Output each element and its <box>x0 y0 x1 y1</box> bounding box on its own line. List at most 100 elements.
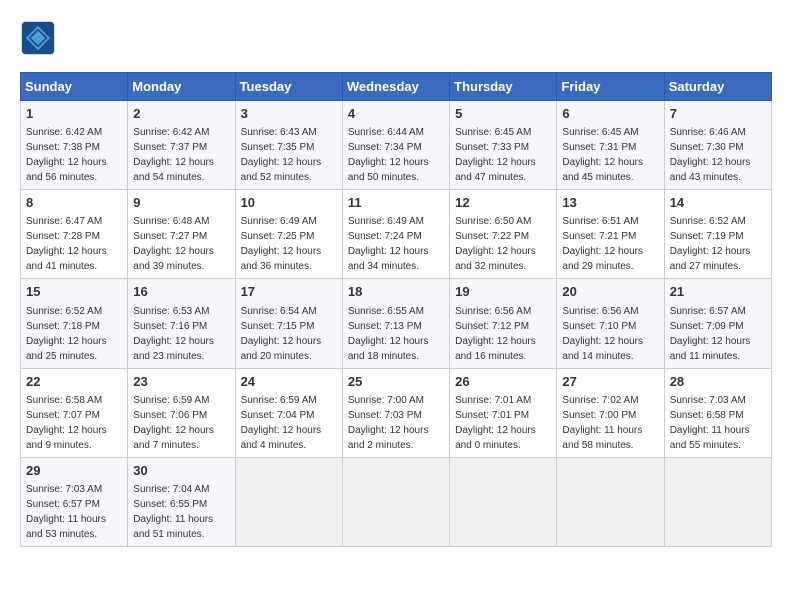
calendar-cell <box>664 457 771 546</box>
day-info: Sunrise: 6:59 AM Sunset: 7:04 PM Dayligh… <box>241 393 337 453</box>
calendar-cell: 22 Sunrise: 6:58 AM Sunset: 7:07 PM Dayl… <box>21 368 128 457</box>
col-thursday: Thursday <box>450 73 557 101</box>
calendar-cell <box>450 457 557 546</box>
calendar-cell: 12 Sunrise: 6:50 AM Sunset: 7:22 PM Dayl… <box>450 190 557 279</box>
calendar-cell <box>557 457 664 546</box>
day-number: 25 <box>348 373 444 391</box>
calendar-cell <box>235 457 342 546</box>
col-friday: Friday <box>557 73 664 101</box>
calendar-cell: 9 Sunrise: 6:48 AM Sunset: 7:27 PM Dayli… <box>128 190 235 279</box>
day-number: 3 <box>241 105 337 123</box>
day-number: 4 <box>348 105 444 123</box>
day-info: Sunrise: 6:44 AM Sunset: 7:34 PM Dayligh… <box>348 125 444 185</box>
col-saturday: Saturday <box>664 73 771 101</box>
day-number: 18 <box>348 283 444 301</box>
col-sunday: Sunday <box>21 73 128 101</box>
day-info: Sunrise: 7:02 AM Sunset: 7:00 PM Dayligh… <box>562 393 658 453</box>
calendar-cell: 13 Sunrise: 6:51 AM Sunset: 7:21 PM Dayl… <box>557 190 664 279</box>
day-number: 17 <box>241 283 337 301</box>
day-info: Sunrise: 7:03 AM Sunset: 6:58 PM Dayligh… <box>670 393 766 453</box>
calendar-cell: 2 Sunrise: 6:42 AM Sunset: 7:37 PM Dayli… <box>128 101 235 190</box>
logo <box>20 20 62 56</box>
day-info: Sunrise: 6:52 AM Sunset: 7:18 PM Dayligh… <box>26 304 122 364</box>
day-info: Sunrise: 6:58 AM Sunset: 7:07 PM Dayligh… <box>26 393 122 453</box>
day-info: Sunrise: 6:55 AM Sunset: 7:13 PM Dayligh… <box>348 304 444 364</box>
day-info: Sunrise: 6:51 AM Sunset: 7:21 PM Dayligh… <box>562 214 658 274</box>
day-number: 9 <box>133 194 229 212</box>
calendar-cell: 23 Sunrise: 6:59 AM Sunset: 7:06 PM Dayl… <box>128 368 235 457</box>
calendar-row: 8 Sunrise: 6:47 AM Sunset: 7:28 PM Dayli… <box>21 190 772 279</box>
day-info: Sunrise: 7:03 AM Sunset: 6:57 PM Dayligh… <box>26 482 122 542</box>
calendar-cell: 29 Sunrise: 7:03 AM Sunset: 6:57 PM Dayl… <box>21 457 128 546</box>
day-info: Sunrise: 7:01 AM Sunset: 7:01 PM Dayligh… <box>455 393 551 453</box>
day-info: Sunrise: 6:46 AM Sunset: 7:30 PM Dayligh… <box>670 125 766 185</box>
day-number: 16 <box>133 283 229 301</box>
day-info: Sunrise: 6:42 AM Sunset: 7:38 PM Dayligh… <box>26 125 122 185</box>
calendar-cell: 11 Sunrise: 6:49 AM Sunset: 7:24 PM Dayl… <box>342 190 449 279</box>
calendar-cell: 24 Sunrise: 6:59 AM Sunset: 7:04 PM Dayl… <box>235 368 342 457</box>
day-info: Sunrise: 6:56 AM Sunset: 7:12 PM Dayligh… <box>455 304 551 364</box>
calendar-cell: 25 Sunrise: 7:00 AM Sunset: 7:03 PM Dayl… <box>342 368 449 457</box>
calendar-cell: 21 Sunrise: 6:57 AM Sunset: 7:09 PM Dayl… <box>664 279 771 368</box>
calendar-cell: 14 Sunrise: 6:52 AM Sunset: 7:19 PM Dayl… <box>664 190 771 279</box>
logo-icon <box>20 20 56 56</box>
calendar-table: Sunday Monday Tuesday Wednesday Thursday… <box>20 72 772 547</box>
col-wednesday: Wednesday <box>342 73 449 101</box>
day-number: 2 <box>133 105 229 123</box>
calendar-row: 22 Sunrise: 6:58 AM Sunset: 7:07 PM Dayl… <box>21 368 772 457</box>
calendar-row: 15 Sunrise: 6:52 AM Sunset: 7:18 PM Dayl… <box>21 279 772 368</box>
day-info: Sunrise: 6:49 AM Sunset: 7:25 PM Dayligh… <box>241 214 337 274</box>
day-number: 15 <box>26 283 122 301</box>
day-number: 11 <box>348 194 444 212</box>
calendar-cell: 10 Sunrise: 6:49 AM Sunset: 7:25 PM Dayl… <box>235 190 342 279</box>
day-info: Sunrise: 6:49 AM Sunset: 7:24 PM Dayligh… <box>348 214 444 274</box>
header-row: Sunday Monday Tuesday Wednesday Thursday… <box>21 73 772 101</box>
calendar-cell: 16 Sunrise: 6:53 AM Sunset: 7:16 PM Dayl… <box>128 279 235 368</box>
col-tuesday: Tuesday <box>235 73 342 101</box>
day-number: 26 <box>455 373 551 391</box>
calendar-cell: 27 Sunrise: 7:02 AM Sunset: 7:00 PM Dayl… <box>557 368 664 457</box>
calendar-cell: 4 Sunrise: 6:44 AM Sunset: 7:34 PM Dayli… <box>342 101 449 190</box>
day-info: Sunrise: 6:42 AM Sunset: 7:37 PM Dayligh… <box>133 125 229 185</box>
calendar-cell: 17 Sunrise: 6:54 AM Sunset: 7:15 PM Dayl… <box>235 279 342 368</box>
day-info: Sunrise: 6:45 AM Sunset: 7:33 PM Dayligh… <box>455 125 551 185</box>
day-number: 7 <box>670 105 766 123</box>
day-info: Sunrise: 7:04 AM Sunset: 6:55 PM Dayligh… <box>133 482 229 542</box>
calendar-cell: 18 Sunrise: 6:55 AM Sunset: 7:13 PM Dayl… <box>342 279 449 368</box>
day-number: 22 <box>26 373 122 391</box>
col-monday: Monday <box>128 73 235 101</box>
day-info: Sunrise: 6:43 AM Sunset: 7:35 PM Dayligh… <box>241 125 337 185</box>
day-info: Sunrise: 6:53 AM Sunset: 7:16 PM Dayligh… <box>133 304 229 364</box>
day-number: 5 <box>455 105 551 123</box>
day-number: 30 <box>133 462 229 480</box>
calendar-cell <box>342 457 449 546</box>
calendar-row: 1 Sunrise: 6:42 AM Sunset: 7:38 PM Dayli… <box>21 101 772 190</box>
calendar-row: 29 Sunrise: 7:03 AM Sunset: 6:57 PM Dayl… <box>21 457 772 546</box>
calendar-cell: 1 Sunrise: 6:42 AM Sunset: 7:38 PM Dayli… <box>21 101 128 190</box>
calendar-cell: 28 Sunrise: 7:03 AM Sunset: 6:58 PM Dayl… <box>664 368 771 457</box>
calendar-cell: 3 Sunrise: 6:43 AM Sunset: 7:35 PM Dayli… <box>235 101 342 190</box>
calendar-cell: 19 Sunrise: 6:56 AM Sunset: 7:12 PM Dayl… <box>450 279 557 368</box>
calendar-cell: 5 Sunrise: 6:45 AM Sunset: 7:33 PM Dayli… <box>450 101 557 190</box>
day-info: Sunrise: 6:45 AM Sunset: 7:31 PM Dayligh… <box>562 125 658 185</box>
calendar-cell: 7 Sunrise: 6:46 AM Sunset: 7:30 PM Dayli… <box>664 101 771 190</box>
day-number: 21 <box>670 283 766 301</box>
day-number: 23 <box>133 373 229 391</box>
day-number: 20 <box>562 283 658 301</box>
calendar-cell: 8 Sunrise: 6:47 AM Sunset: 7:28 PM Dayli… <box>21 190 128 279</box>
day-number: 29 <box>26 462 122 480</box>
day-number: 1 <box>26 105 122 123</box>
day-info: Sunrise: 6:59 AM Sunset: 7:06 PM Dayligh… <box>133 393 229 453</box>
day-info: Sunrise: 6:56 AM Sunset: 7:10 PM Dayligh… <box>562 304 658 364</box>
day-info: Sunrise: 6:47 AM Sunset: 7:28 PM Dayligh… <box>26 214 122 274</box>
day-info: Sunrise: 6:54 AM Sunset: 7:15 PM Dayligh… <box>241 304 337 364</box>
day-info: Sunrise: 7:00 AM Sunset: 7:03 PM Dayligh… <box>348 393 444 453</box>
calendar-cell: 30 Sunrise: 7:04 AM Sunset: 6:55 PM Dayl… <box>128 457 235 546</box>
day-number: 8 <box>26 194 122 212</box>
day-number: 6 <box>562 105 658 123</box>
day-info: Sunrise: 6:48 AM Sunset: 7:27 PM Dayligh… <box>133 214 229 274</box>
calendar-cell: 20 Sunrise: 6:56 AM Sunset: 7:10 PM Dayl… <box>557 279 664 368</box>
calendar-cell: 26 Sunrise: 7:01 AM Sunset: 7:01 PM Dayl… <box>450 368 557 457</box>
day-number: 24 <box>241 373 337 391</box>
page-header <box>20 20 772 56</box>
